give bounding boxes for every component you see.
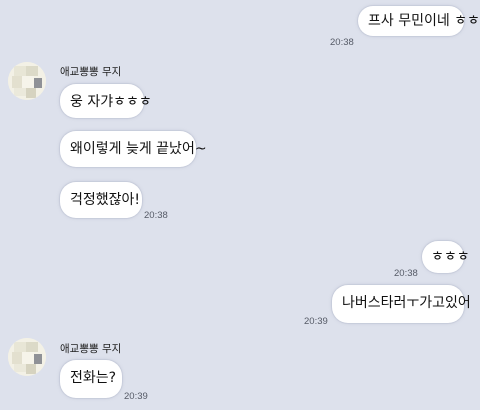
contact-avatar[interactable]	[8, 338, 46, 376]
message-time: 20:38	[144, 210, 168, 221]
chat-area: 프사 무민이네 ㅎㅎ 20:38 애교뽕뽕 무지 웅 자갸ㅎㅎㅎ 왜이렇게 늦게…	[0, 0, 480, 410]
message-text: 프사 무민이네 ㅎㅎ	[368, 13, 480, 29]
incoming-message-bubble[interactable]: 걱정했잖아!	[60, 182, 142, 218]
message-text: ㅎㅎㅎ	[431, 249, 470, 265]
message-text: 왜이렇게 늦게 끝났어~	[70, 141, 207, 157]
message-text: 나버스타러ㅜ가고있어	[342, 295, 471, 311]
contact-avatar[interactable]	[8, 62, 46, 100]
outgoing-message-bubble[interactable]: ㅎㅎㅎ	[422, 241, 470, 273]
outgoing-message-bubble[interactable]: 프사 무민이네 ㅎㅎ	[358, 6, 480, 36]
message-time: 20:39	[124, 391, 148, 402]
incoming-message-bubble[interactable]: 왜이렇게 늦게 끝났어~	[60, 131, 207, 167]
message-time: 20:38	[330, 37, 354, 48]
message-time: 20:38	[394, 268, 418, 279]
sender-name: 애교뽕뽕 무지	[60, 66, 122, 78]
incoming-message-bubble[interactable]: 전화는?	[60, 360, 122, 398]
message-text: 웅 자갸ㅎㅎㅎ	[70, 94, 152, 110]
message-text: 걱정했잖아!	[70, 192, 141, 208]
outgoing-message-bubble[interactable]: 나버스타러ㅜ가고있어	[332, 285, 471, 323]
sender-name: 애교뽕뽕 무지	[60, 343, 122, 355]
incoming-message-bubble[interactable]: 웅 자갸ㅎㅎㅎ	[60, 84, 152, 118]
message-text: 전화는?	[70, 370, 117, 386]
message-time: 20:39	[304, 316, 328, 327]
